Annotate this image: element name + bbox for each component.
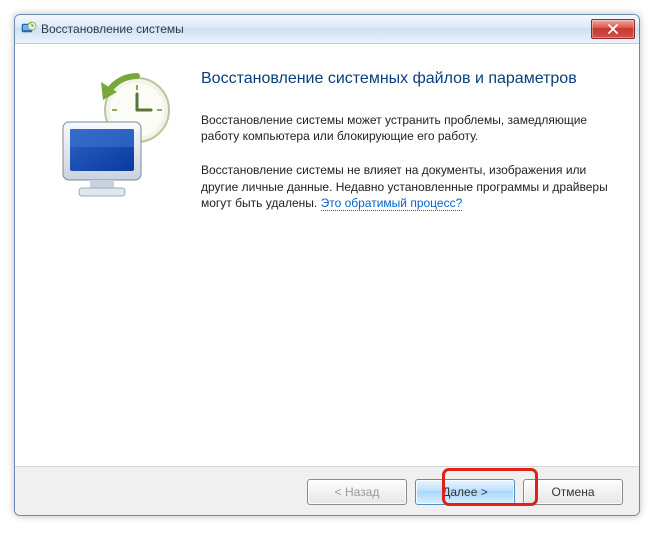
close-button[interactable]	[591, 19, 635, 39]
content-area: Восстановление системных файлов и параме…	[15, 44, 639, 466]
graphic-pane	[15, 44, 201, 466]
next-button[interactable]: Далее >	[415, 479, 515, 505]
dialog-window: Восстановление системы	[14, 14, 640, 516]
footer-button-row: < Назад Далее > Отмена	[15, 466, 639, 516]
intro-paragraph-2: Восстановление системы не влияет на доку…	[201, 162, 609, 211]
page-heading: Восстановление системных файлов и параме…	[201, 70, 609, 88]
system-restore-icon	[21, 21, 37, 37]
reversible-process-link[interactable]: Это обратимый процесс?	[321, 196, 463, 211]
intro-paragraph-1: Восстановление системы может устранить п…	[201, 112, 609, 144]
restore-monitor-clock-icon	[45, 72, 185, 212]
back-button: < Назад	[307, 479, 407, 505]
window-title: Восстановление системы	[41, 22, 591, 36]
cancel-button[interactable]: Отмена	[523, 479, 623, 505]
close-icon	[608, 24, 618, 34]
text-pane: Восстановление системных файлов и параме…	[201, 44, 639, 466]
titlebar[interactable]: Восстановление системы	[15, 15, 639, 44]
